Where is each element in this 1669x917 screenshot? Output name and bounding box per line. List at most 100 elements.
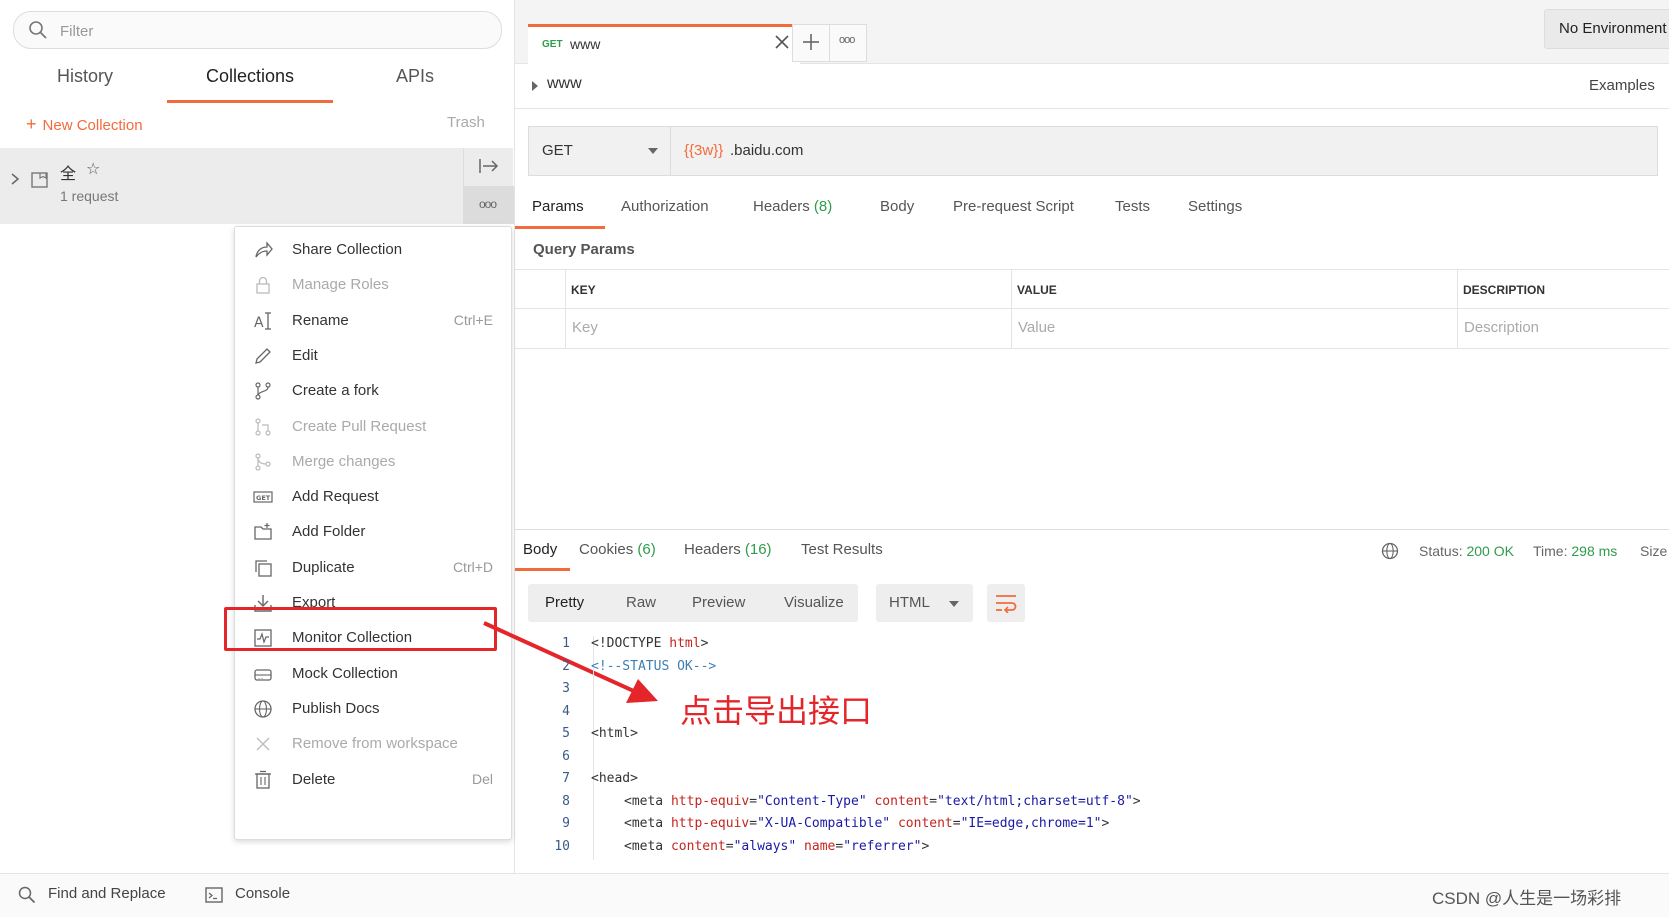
active-tab-indicator [515, 226, 605, 229]
tab-authorization[interactable]: Authorization [621, 198, 709, 215]
response-tab-headers[interactable]: Headers (16) [684, 541, 772, 558]
description-input[interactable]: Description [1464, 319, 1539, 336]
line-number: 7 [562, 771, 570, 786]
request-name[interactable]: www [547, 75, 582, 93]
close-icon[interactable] [774, 34, 790, 50]
menu-item-delete[interactable]: Delete Del [235, 762, 511, 798]
table-divider [1457, 270, 1458, 348]
collection-more-button[interactable]: ooo [463, 186, 514, 224]
wrap-lines-button[interactable] [987, 584, 1025, 622]
merge-icon [253, 452, 273, 472]
tab-headers-label: Headers [753, 198, 810, 215]
method-label: GET [542, 142, 573, 159]
collection-name: 全 [60, 166, 77, 183]
get-request-icon: GET [253, 487, 273, 507]
code-token: "Content-Type" [757, 793, 867, 809]
tab-prerequest-script[interactable]: Pre-request Script [953, 198, 1074, 215]
menu-item-label: Duplicate [292, 558, 355, 576]
tab-params[interactable]: Params [532, 198, 584, 215]
menu-item-label: Add Request [292, 488, 379, 506]
divider [515, 108, 1669, 109]
code-line: <meta http-equiv="Content-Type" content=… [624, 793, 1141, 809]
menu-item-add-request[interactable]: GET Add Request [235, 479, 511, 515]
close-icon [253, 734, 273, 754]
collection-expand-button[interactable] [463, 148, 514, 186]
filter-box[interactable] [13, 11, 502, 49]
tab-headers-count: (8) [813, 198, 833, 215]
code-line: <!--STATUS OK--> [591, 658, 717, 674]
new-tab-button[interactable] [792, 24, 830, 62]
table-divider [1011, 270, 1012, 348]
chevron-right-icon[interactable] [10, 172, 20, 186]
menu-item-add-folder[interactable]: Add Folder [235, 514, 511, 550]
view-visualize[interactable]: Visualize [784, 594, 844, 611]
menu-item-share-collection[interactable]: Share Collection [235, 232, 511, 268]
view-raw[interactable]: Raw [626, 594, 656, 611]
collection-item[interactable]: 全 ☆ 1 request ooo [0, 148, 514, 224]
tab-tests[interactable]: Tests [1115, 198, 1150, 215]
environment-select[interactable]: No Environment [1544, 9, 1669, 49]
examples-link[interactable]: Examples [1589, 77, 1655, 94]
filter-input[interactable] [58, 19, 482, 43]
headers-label: Headers [684, 541, 741, 558]
code-token: > [921, 838, 930, 854]
url-input[interactable]: {{3w}} .baidu.com [670, 126, 1658, 176]
code-editor[interactable]: 1 2 3 4 5 6 7 8 9 10 <!DOCTYPE html> <!-… [540, 636, 1660, 860]
new-collection-button[interactable]: + New Collection [26, 114, 143, 135]
response-tab-cookies[interactable]: Cookies (6) [579, 541, 656, 558]
mock-server-icon [253, 664, 273, 684]
column-header-description: DESCRIPTION [1463, 283, 1546, 297]
tab-settings[interactable]: Settings [1188, 198, 1242, 215]
tab-name: www [570, 36, 601, 52]
time-label: Time: [1533, 543, 1568, 559]
menu-item-duplicate[interactable]: Duplicate Ctrl+D [235, 550, 511, 586]
line-number: 4 [562, 703, 570, 719]
table-divider [565, 270, 566, 348]
tab-method: GET [542, 39, 563, 50]
menu-item-shortcut: Ctrl+D [452, 558, 493, 575]
menu-item-rename[interactable]: A Rename Ctrl+E [235, 303, 511, 339]
line-number: 9 [562, 816, 570, 831]
line-number: 2 [562, 658, 570, 674]
view-pretty[interactable]: Pretty [545, 594, 584, 611]
tab-history[interactable]: History [40, 66, 130, 100]
request-tab[interactable]: GET www [528, 24, 800, 66]
response-tab-body[interactable]: Body [523, 541, 557, 558]
code-token: "referrer" [843, 838, 922, 854]
console-icon [205, 886, 223, 904]
value-input[interactable]: Value [1018, 319, 1055, 336]
tab-options-button[interactable]: ooo [829, 24, 867, 62]
tab-headers[interactable]: Headers (8) [753, 198, 832, 215]
code-token: content [670, 838, 726, 854]
line-number: 5 [562, 726, 570, 741]
tab-apis[interactable]: APIs [375, 66, 455, 100]
response-tab-test-results[interactable]: Test Results [801, 541, 883, 558]
menu-item-create-a-fork[interactable]: Create a fork [235, 373, 511, 409]
tab-body[interactable]: Body [880, 198, 914, 215]
cookies-count: (6) [637, 541, 656, 558]
code-line: <meta http-equiv="X-UA-Compatible" conte… [624, 816, 1110, 831]
format-select[interactable]: HTML [876, 584, 973, 622]
headers-count: (16) [744, 541, 772, 558]
menu-item-edit[interactable]: Edit [235, 338, 511, 374]
url-text: .baidu.com [730, 142, 804, 159]
more-icon: ooo [479, 197, 497, 211]
folder-add-icon [253, 522, 273, 542]
trash-link[interactable]: Trash [447, 114, 485, 131]
rename-icon: A [253, 311, 273, 331]
method-select[interactable]: GET [528, 126, 671, 176]
caret-right-icon[interactable] [531, 80, 539, 92]
line-number: 10 [554, 838, 570, 854]
menu-item-manage-roles: Manage Roles [235, 267, 511, 303]
code-line: <meta content="always" name="referrer"> [624, 838, 930, 854]
console-label: Console [235, 885, 291, 902]
url-bar: GET {{3w}} .baidu.com [528, 126, 1658, 176]
more-icon: ooo [839, 34, 855, 46]
key-input[interactable]: Key [572, 319, 598, 336]
globe-icon[interactable] [1381, 542, 1399, 560]
tab-collections[interactable]: Collections [167, 66, 333, 103]
star-icon[interactable]: ☆ [86, 159, 100, 179]
view-preview[interactable]: Preview [692, 594, 745, 611]
menu-item-label: Rename [292, 311, 349, 329]
dropdown-caret-icon [647, 147, 659, 155]
